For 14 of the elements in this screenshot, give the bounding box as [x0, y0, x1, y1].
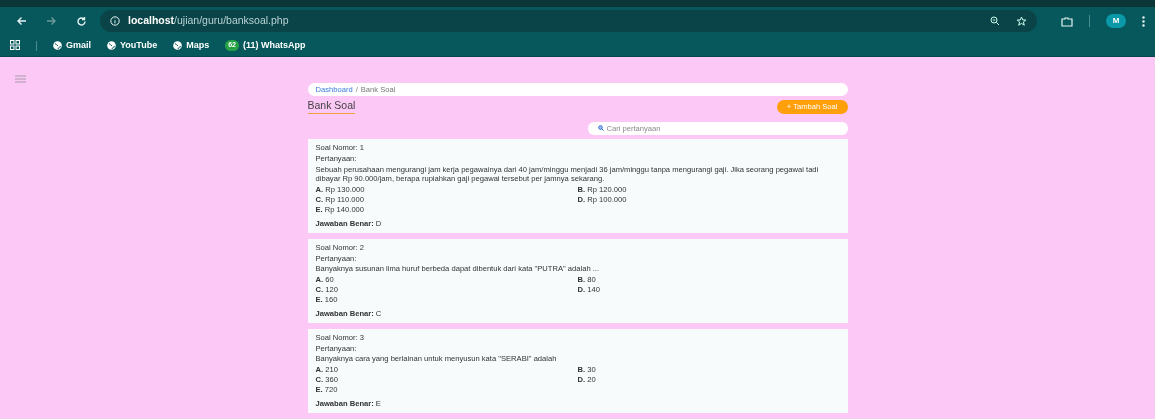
address-bar[interactable]: localhost/ujian/guru/banksoal.php: [100, 10, 1037, 32]
search-icon: [597, 125, 604, 132]
globe-icon: [53, 41, 62, 50]
apps-icon[interactable]: [10, 38, 20, 53]
globe-icon: [107, 41, 116, 50]
globe-icon: [173, 41, 183, 50]
bookmark-link[interactable]: YouTube: [107, 38, 158, 53]
zoom-icon[interactable]: [990, 16, 1000, 26]
bookmark-link[interactable]: Gmail: [53, 38, 91, 53]
info-icon[interactable]: [110, 16, 120, 26]
url-text: localhost/ujian/guru/banksoal.php: [128, 13, 289, 29]
bookmark-link[interactable]: Maps: [173, 38, 210, 53]
star-icon[interactable]: [1016, 15, 1027, 27]
page-title: Bank Soal: [307, 100, 356, 114]
